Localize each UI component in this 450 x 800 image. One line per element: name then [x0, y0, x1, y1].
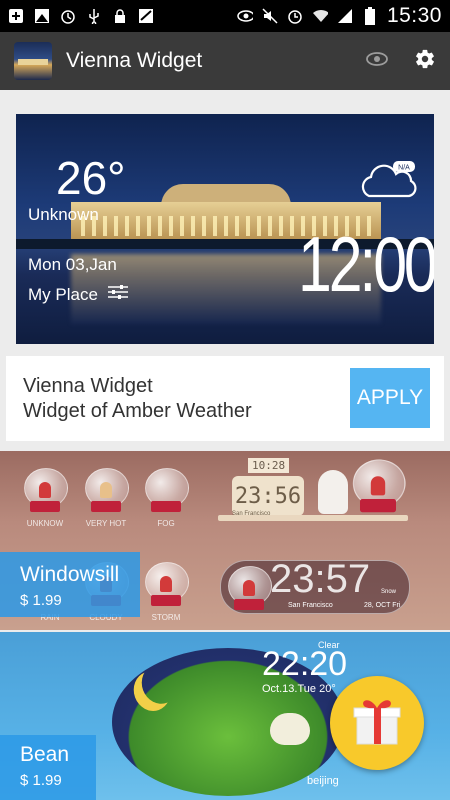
snow-globe [145, 562, 189, 608]
apply-button[interactable]: APPLY [350, 368, 430, 428]
snow-globe [228, 566, 272, 612]
clock-text: 15:30 [386, 4, 442, 27]
status-bar: 15:30 [0, 0, 450, 32]
widget-info-bar: Vienna Widget Widget of Amber Weather AP… [6, 356, 444, 441]
pill-condition: Snow [381, 589, 397, 595]
bean-character [270, 713, 310, 745]
sliders-icon [107, 284, 128, 305]
flip-clock-small: 10:28 [248, 458, 290, 473]
alarm-clock-icon [287, 8, 303, 24]
image-icon [34, 8, 50, 24]
gift-button[interactable] [330, 676, 424, 770]
theme-tag-bean[interactable]: Bean $ 1.99 [0, 735, 96, 800]
notification-icons [0, 8, 154, 24]
alarm-icon [60, 8, 76, 24]
na-badge: N/A [398, 165, 410, 172]
theme-tag-windowsill[interactable]: Windowsill $ 1.99 [0, 552, 140, 617]
signal-icon [337, 8, 353, 24]
widget-preview: 26° Unknown Mon 03,Jan My Place N/A 12:0… [16, 114, 434, 344]
weather-icon [138, 8, 154, 24]
pill-clock: 23:57 [270, 557, 371, 601]
app-bar: Vienna Widget [0, 32, 450, 90]
globe-label: UNKNOW [26, 519, 64, 528]
eye-icon [237, 8, 253, 24]
place-row: My Place [28, 284, 128, 305]
widget-date: Mon 03,Jan [28, 255, 117, 274]
app-thumbnail [14, 42, 52, 80]
snow-globe-large [352, 459, 406, 514]
globe-label: FOG [157, 519, 175, 528]
snow-globe [145, 468, 189, 514]
lock-icon [112, 8, 128, 24]
bean-date: Oct.13.Tue 20° [262, 683, 336, 695]
theme-name: Windowsill [20, 563, 120, 586]
temperature: 26° [56, 152, 126, 204]
appbar-actions [366, 32, 436, 90]
mute-icon [262, 8, 278, 24]
snow-globe [85, 468, 129, 514]
system-icons: 15:30 [237, 0, 442, 32]
bean-clock: 22:20 [262, 645, 348, 683]
bean-city: beijing [307, 775, 339, 787]
gift-icon [350, 694, 404, 753]
usb-icon [86, 8, 102, 24]
wifi-icon [312, 8, 328, 24]
widget-clock: 12:00 [298, 220, 434, 308]
cloud-icon: N/A [357, 160, 421, 207]
widget-name: Vienna Widget [23, 375, 153, 397]
globe-label: STORM [151, 613, 181, 622]
settings-icon[interactable] [414, 48, 436, 75]
shelf [218, 515, 408, 521]
desk-clock: 23:56 [232, 476, 304, 516]
widget-subtitle: Widget of Amber Weather [23, 400, 252, 422]
weather-condition: Unknown [28, 205, 99, 224]
place-label: My Place [28, 284, 98, 304]
snow-globe [24, 468, 68, 514]
app-title: Vienna Widget [66, 49, 203, 72]
pill-date: 28, OCT Fri [364, 602, 401, 609]
theme-price: $ 1.99 [20, 772, 62, 789]
theme-name: Bean [20, 743, 70, 766]
lamp-decoration [318, 470, 348, 514]
battery-icon [362, 7, 378, 25]
add-icon [8, 8, 24, 24]
pill-city: San Francisco [288, 602, 333, 609]
theme-price: $ 1.99 [20, 592, 62, 609]
globe-label: VERY HOT [85, 519, 127, 528]
eye-icon[interactable] [366, 51, 388, 71]
